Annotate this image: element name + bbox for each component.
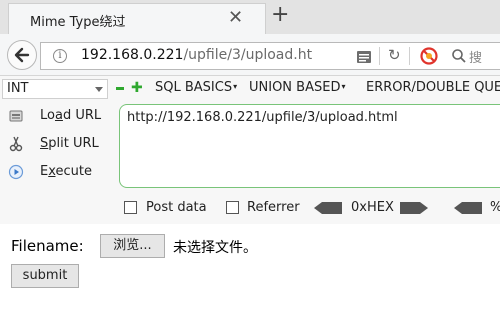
int-select-value: INT: [7, 81, 29, 96]
percent-label: %: [490, 200, 500, 215]
menu-label: UNION BASED: [249, 80, 341, 95]
execute-button[interactable]: Execute: [6, 160, 116, 186]
reader-view-icon[interactable]: [356, 49, 372, 65]
tab-strip: Mime Type绕过 ✕ +: [0, 0, 500, 34]
close-icon[interactable]: ✕: [228, 7, 243, 29]
block-icon[interactable]: [420, 47, 438, 65]
url-separator: [409, 47, 410, 65]
url-text[interactable]: 192.168.0.221/upfile/3/upload.ht: [81, 47, 349, 63]
menu-label: SQL BASICS: [155, 80, 233, 95]
url-bar[interactable]: i 192.168.0.221/upfile/3/upload.ht ↻ 搜: [40, 42, 500, 70]
back-arrow-icon: [14, 47, 30, 63]
tab-title: Mime Type绕过: [30, 15, 126, 30]
url-textarea-value: http://192.168.0.221/upfile/3/upload.htm…: [127, 110, 398, 125]
back-button[interactable]: [7, 40, 37, 70]
search-placeholder: 搜: [469, 51, 483, 66]
load-url-button[interactable]: Load URL: [6, 104, 116, 130]
info-icon[interactable]: i: [53, 49, 67, 63]
arrow-right-icon[interactable]: [398, 202, 428, 214]
no-file-text: 未选择文件。: [173, 240, 257, 256]
menu-error-double-query[interactable]: ERROR/DOUBLE QUE: [366, 80, 500, 95]
scissors-icon: [9, 136, 23, 152]
menu-label: ERROR/DOUBLE QUE: [366, 80, 500, 95]
url-separator: [379, 47, 380, 65]
navigation-bar: i 192.168.0.221/upfile/3/upload.ht ↻ 搜: [0, 34, 500, 76]
split-url-label: Split URL: [40, 136, 99, 151]
load-url-label: Load URL: [40, 108, 102, 123]
minus-icon[interactable]: [116, 87, 124, 90]
url-textarea[interactable]: http://192.168.0.221/upfile/3/upload.htm…: [119, 104, 500, 188]
submit-button[interactable]: submit: [11, 264, 79, 288]
search-icon[interactable]: [451, 48, 467, 64]
load-url-icon: [9, 110, 23, 122]
filename-label: Filename:: [11, 237, 84, 255]
post-data-checkbox[interactable]: [124, 201, 137, 214]
play-icon: [8, 164, 24, 180]
referrer-label: Referrer: [247, 200, 300, 215]
post-data-label: Post data: [146, 200, 207, 215]
plus-icon[interactable]: ✚: [131, 80, 143, 96]
reload-icon[interactable]: ↻: [388, 46, 401, 64]
page-content: Filename: 浏览... 未选择文件。 submit: [0, 224, 500, 317]
arrow-left-icon[interactable]: [454, 202, 484, 214]
hackbar-options: Post data Referrer 0xHEX %: [0, 198, 500, 220]
url-path: /upfile/3/upload.ht: [183, 47, 313, 63]
hackbar-panel: INT ✚ SQL BASICS▾ UNION BASED▾ ERROR/DOU…: [0, 76, 500, 224]
execute-label: Execute: [40, 164, 92, 179]
menu-union-based[interactable]: UNION BASED▾: [249, 80, 345, 95]
new-tab-button[interactable]: +: [271, 3, 289, 27]
arrow-left-icon[interactable]: [314, 202, 344, 214]
url-host: 192.168.0.221: [81, 47, 184, 63]
chevron-down-icon: [95, 87, 103, 92]
menu-sql-basics[interactable]: SQL BASICS▾: [155, 80, 237, 95]
hex-label: 0xHEX: [351, 200, 394, 215]
tab-active[interactable]: Mime Type绕过 ✕: [8, 3, 266, 34]
browse-button[interactable]: 浏览...: [100, 234, 165, 258]
split-url-button[interactable]: Split URL: [6, 132, 116, 158]
referrer-checkbox[interactable]: [226, 201, 239, 214]
hackbar-toolbar: INT ✚ SQL BASICS▾ UNION BASED▾ ERROR/DOU…: [0, 76, 500, 100]
int-select[interactable]: INT: [2, 79, 108, 99]
